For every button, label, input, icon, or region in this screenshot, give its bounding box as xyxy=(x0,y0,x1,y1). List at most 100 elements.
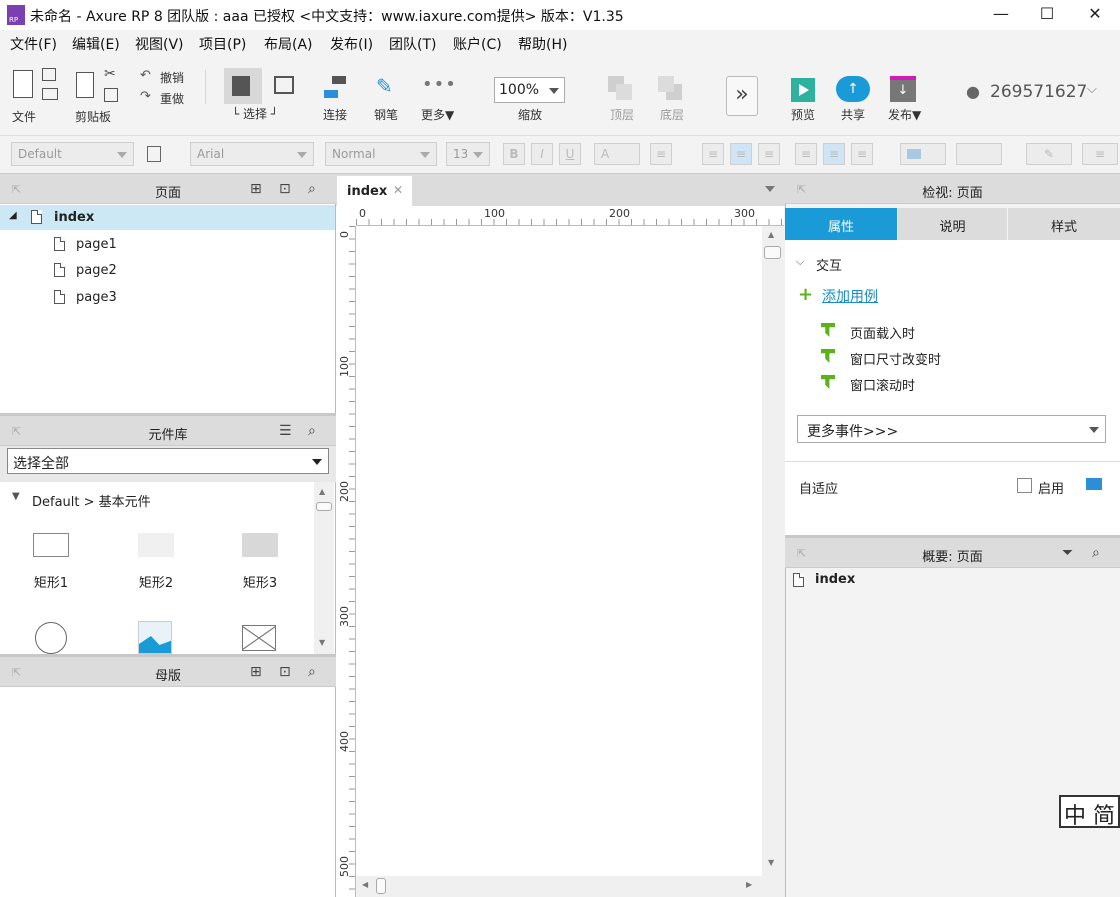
expand-toolbar-button[interactable]: » xyxy=(726,76,758,116)
menu-edit[interactable]: 编辑(E) xyxy=(72,34,120,54)
tab-properties[interactable]: 属性 xyxy=(785,208,897,240)
search-icon[interactable]: ⌕ xyxy=(1092,545,1100,561)
valign-middle-icon[interactable]: ≡ xyxy=(823,143,845,165)
paste-icon[interactable] xyxy=(76,72,94,98)
menu-team[interactable]: 团队(T) xyxy=(389,34,436,54)
open-folder-icon[interactable] xyxy=(42,88,58,100)
font-select[interactable]: Arial xyxy=(190,142,314,166)
adaptive-views-icon[interactable] xyxy=(1086,478,1102,490)
size-select[interactable]: 13 xyxy=(446,142,490,166)
collapse-triangle-icon[interactable]: ◢ xyxy=(9,210,17,221)
canvas-horizontal-scrollbar[interactable]: ◀ ▶ xyxy=(356,876,762,897)
cut-icon[interactable]: ✂ xyxy=(104,66,116,82)
redo-icon[interactable]: ↷ xyxy=(140,89,151,104)
rectangle3-widget[interactable] xyxy=(242,533,278,557)
connect-icon[interactable] xyxy=(324,76,346,100)
add-page-icon[interactable]: ⊞ xyxy=(250,181,262,197)
search-icon[interactable]: ⌕ xyxy=(308,423,316,439)
preview-label[interactable]: 预览 xyxy=(791,106,815,123)
weight-select[interactable]: Normal xyxy=(325,142,437,166)
library-scrollbar[interactable]: ▲ ▼ xyxy=(314,482,334,654)
rectangle2-widget[interactable] xyxy=(138,533,174,557)
scroll-thumb[interactable] xyxy=(376,878,386,894)
maximize-button[interactable]: ☐ xyxy=(1024,3,1070,27)
line-color-button[interactable]: ✎ xyxy=(1026,143,1072,165)
close-tab-icon[interactable]: ✕ xyxy=(393,183,403,197)
line-width-button[interactable]: ≡ xyxy=(1082,143,1118,165)
scroll-up-icon[interactable]: ▲ xyxy=(319,487,325,496)
bring-to-front-icon[interactable] xyxy=(608,76,632,100)
scroll-left-icon[interactable]: ◀ xyxy=(362,880,368,889)
undo-icon[interactable]: ↶ xyxy=(140,68,151,83)
enable-checkbox[interactable] xyxy=(1017,478,1032,493)
page-item-page2[interactable]: page2 xyxy=(0,258,335,283)
zoom-select[interactable]: 100% xyxy=(494,77,565,103)
more-dots-icon[interactable]: ••• xyxy=(422,74,457,95)
add-master-icon[interactable]: ⊞ xyxy=(250,664,262,680)
shadow-button[interactable] xyxy=(956,143,1002,165)
menu-help[interactable]: 帮助(H) xyxy=(518,34,567,54)
placeholder-widget[interactable] xyxy=(242,625,276,651)
tab-notes[interactable]: 说明 xyxy=(898,208,1007,240)
fill-color-button[interactable] xyxy=(900,143,946,165)
ellipse-widget[interactable] xyxy=(35,622,67,654)
redo-button[interactable]: 重做 xyxy=(160,90,184,107)
share-label[interactable]: 共享 xyxy=(841,106,865,123)
scroll-down-icon[interactable]: ▼ xyxy=(768,858,774,867)
send-to-back-icon[interactable] xyxy=(658,76,682,100)
italic-button[interactable]: I xyxy=(531,143,553,165)
canvas-tab-index[interactable]: index ✕ xyxy=(337,176,412,206)
cloud-upload-icon[interactable]: ↑ xyxy=(836,76,870,102)
undo-button[interactable]: 撤销 xyxy=(160,69,184,86)
page-tree-root[interactable]: ◢ index xyxy=(0,205,335,230)
menu-layout[interactable]: 布局(A) xyxy=(264,34,313,54)
account-id[interactable]: 269571627 xyxy=(990,82,1087,102)
ime-indicator[interactable]: 中 简 xyxy=(1059,795,1120,828)
menu-view[interactable]: 视图(V) xyxy=(135,34,184,54)
align-right-icon[interactable]: ≡ xyxy=(758,143,780,165)
save-icon[interactable] xyxy=(42,68,56,81)
scroll-up-icon[interactable]: ▲ xyxy=(768,230,774,239)
style-edit-icon[interactable] xyxy=(147,146,161,162)
tab-style[interactable]: 样式 xyxy=(1008,208,1120,240)
scroll-thumb[interactable] xyxy=(764,246,781,259)
menu-publish[interactable]: 发布(I) xyxy=(330,34,373,54)
bold-button[interactable]: B xyxy=(503,143,525,165)
menu-account[interactable]: 账户(C) xyxy=(453,34,502,54)
scroll-thumb[interactable] xyxy=(316,502,332,511)
new-file-icon[interactable] xyxy=(13,70,33,98)
menu-file[interactable]: 文件(F) xyxy=(10,34,57,54)
chevron-down-icon[interactable]: ⌵ xyxy=(796,255,804,269)
scroll-right-icon[interactable]: ▶ xyxy=(746,880,752,889)
more-label[interactable]: 更多▼ xyxy=(421,106,454,123)
align-left-icon[interactable]: ≡ xyxy=(702,143,724,165)
pen-icon[interactable]: ✎ xyxy=(376,74,393,98)
publish-label[interactable]: 发布▼ xyxy=(888,106,921,123)
close-button[interactable]: ✕ xyxy=(1072,3,1118,27)
search-icon[interactable]: ⌕ xyxy=(308,664,316,680)
account-chevron-icon[interactable]: ⌵ xyxy=(1087,82,1097,97)
add-case-link[interactable]: 添加用例 xyxy=(822,286,878,306)
page-item-page3[interactable]: page3 xyxy=(0,285,335,310)
plus-icon[interactable]: + xyxy=(798,284,813,305)
chevron-down-icon[interactable]: ▼ xyxy=(12,491,20,502)
tab-list-chevron-icon[interactable] xyxy=(765,186,775,192)
copy-icon[interactable] xyxy=(104,88,118,102)
valign-top-icon[interactable]: ≡ xyxy=(795,143,817,165)
filter-icon[interactable]: ⏷ xyxy=(1062,545,1073,561)
page-item-page1[interactable]: page1 xyxy=(0,232,335,257)
outline-root-label[interactable]: index xyxy=(815,572,855,587)
design-canvas[interactable] xyxy=(356,226,762,876)
publish-icon[interactable]: ↓ xyxy=(890,76,916,102)
minimize-button[interactable]: — xyxy=(978,3,1024,27)
library-select[interactable]: 选择全部 xyxy=(7,448,329,474)
select-contain-icon[interactable] xyxy=(274,76,294,94)
text-color-button[interactable]: A xyxy=(594,143,640,165)
menu-project[interactable]: 项目(P) xyxy=(199,34,246,54)
bullet-list-icon[interactable]: ≡ xyxy=(650,143,672,165)
add-folder-icon[interactable]: ⊡ xyxy=(279,664,291,680)
more-events-select[interactable]: 更多事件>>> xyxy=(797,415,1106,443)
select-intersect-button[interactable] xyxy=(224,68,262,104)
image-widget[interactable] xyxy=(138,621,172,654)
add-folder-icon[interactable]: ⊡ xyxy=(279,181,291,197)
